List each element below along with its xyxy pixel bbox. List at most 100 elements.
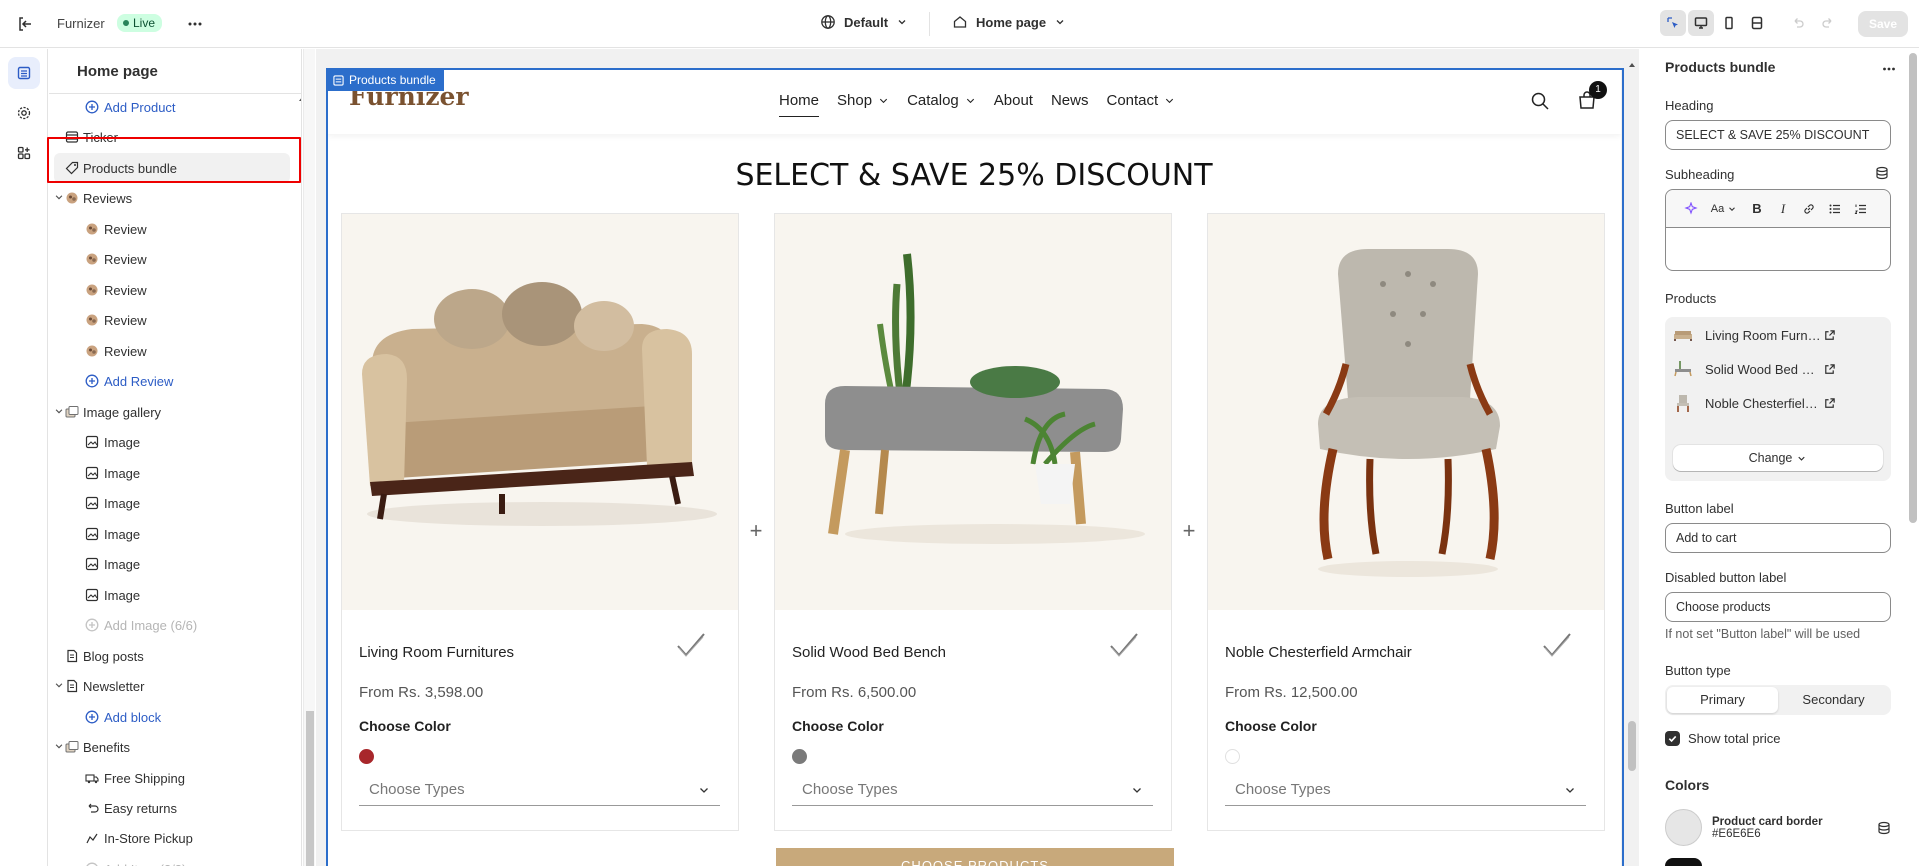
scroll-up-icon[interactable] bbox=[298, 95, 301, 103]
sidebar-item-blog-posts[interactable]: Blog posts bbox=[49, 641, 297, 671]
sidebar-item-add-review[interactable]: Add Review bbox=[49, 366, 297, 396]
button-type-primary[interactable]: Primary bbox=[1667, 687, 1778, 713]
dynamic-source-icon[interactable] bbox=[1877, 821, 1891, 835]
canvas-scrollbar[interactable] bbox=[1625, 49, 1639, 866]
numbered-list-icon[interactable] bbox=[1848, 196, 1874, 222]
check-icon[interactable] bbox=[1109, 632, 1139, 658]
color-setting[interactable]: Product card border #E6E6E6 bbox=[1665, 809, 1891, 846]
fullscreen-icon[interactable] bbox=[1744, 10, 1770, 36]
choose-products-button[interactable]: CHOOSE PRODUCTS bbox=[776, 848, 1174, 866]
product-image-sofa[interactable] bbox=[342, 214, 738, 610]
change-products-button[interactable]: Change bbox=[1673, 445, 1883, 471]
bold-button[interactable]: B bbox=[1744, 196, 1770, 222]
sidebar-item-image[interactable]: Image bbox=[49, 458, 297, 488]
sidebar-item-image[interactable]: Image bbox=[49, 488, 297, 518]
sidebar-item-newsletter[interactable]: Newsletter bbox=[49, 671, 297, 701]
nav-news[interactable]: News bbox=[1051, 92, 1089, 109]
heading-input[interactable]: SELECT & SAVE 25% DISCOUNT bbox=[1665, 120, 1891, 150]
external-link-icon[interactable] bbox=[1823, 329, 1836, 342]
sidebar-item-image-gallery[interactable]: Image gallery bbox=[49, 397, 297, 427]
product-thumbnail bbox=[1673, 393, 1693, 413]
sidebar-item-label: Image bbox=[104, 587, 141, 603]
product-image-armchair[interactable] bbox=[1208, 214, 1604, 610]
show-total-checkbox[interactable]: Show total price bbox=[1665, 731, 1781, 746]
product-item-name: Solid Wood Bed Be... bbox=[1705, 361, 1823, 377]
save-button[interactable]: Save bbox=[1858, 11, 1908, 37]
redo-icon[interactable] bbox=[1820, 15, 1836, 31]
type-select[interactable]: Choose Types bbox=[359, 774, 720, 806]
scroll-up-icon[interactable] bbox=[1628, 61, 1636, 69]
sidebar-item-image[interactable]: Image bbox=[49, 427, 297, 457]
button-label-input[interactable]: Add to cart bbox=[1665, 523, 1891, 553]
nav-shop[interactable]: Shop bbox=[837, 92, 889, 109]
color-swatch[interactable] bbox=[1665, 809, 1702, 846]
sidebar-item-image[interactable]: Image bbox=[49, 549, 297, 579]
theme-selector[interactable]: Default bbox=[820, 14, 908, 30]
button-type-secondary[interactable]: Secondary bbox=[1778, 687, 1889, 713]
sidebar-scrollbar[interactable] bbox=[303, 49, 315, 866]
mobile-icon[interactable] bbox=[1716, 10, 1742, 36]
undo-icon[interactable] bbox=[1790, 15, 1806, 31]
checkbox-checked-icon[interactable] bbox=[1665, 731, 1680, 746]
more-actions-icon[interactable] bbox=[186, 15, 204, 33]
nav-home[interactable]: Home bbox=[779, 92, 820, 117]
apps-icon[interactable] bbox=[8, 137, 40, 169]
external-link-icon[interactable] bbox=[1823, 397, 1836, 410]
sidebar-item-review[interactable]: Review bbox=[49, 305, 297, 335]
sidebar-item-in-store-pickup[interactable]: In-Store Pickup bbox=[49, 823, 297, 853]
color-swatch[interactable] bbox=[1225, 749, 1240, 764]
nav-catalog[interactable]: Catalog bbox=[907, 92, 976, 109]
sidebar-item-review[interactable]: Review bbox=[49, 275, 297, 305]
nav-contact[interactable]: Contact bbox=[1106, 92, 1175, 109]
sidebar-item-add-block[interactable]: Add block bbox=[49, 702, 297, 732]
sidebar-item-easy-returns[interactable]: Easy returns bbox=[49, 793, 297, 823]
home-icon bbox=[953, 16, 967, 28]
sidebar-item-add-product[interactable]: Add Product bbox=[49, 92, 297, 122]
sidebar-item-review[interactable]: Review bbox=[49, 214, 297, 244]
type-select[interactable]: Choose Types bbox=[1225, 774, 1586, 806]
disabled-label-input[interactable]: Choose products bbox=[1665, 592, 1891, 622]
color-swatch[interactable] bbox=[792, 749, 807, 764]
nav-about[interactable]: About bbox=[994, 92, 1033, 109]
link-icon[interactable] bbox=[1796, 196, 1822, 222]
external-link-icon[interactable] bbox=[1823, 363, 1836, 376]
more-actions-icon[interactable] bbox=[1881, 61, 1897, 77]
sidebar-item-review[interactable]: Review bbox=[49, 244, 297, 274]
desktop-icon[interactable] bbox=[1688, 10, 1714, 36]
sidebar-item-benefits[interactable]: Benefits bbox=[49, 732, 297, 762]
theme-settings-icon[interactable] bbox=[8, 97, 40, 129]
scrollbar-thumb[interactable] bbox=[306, 711, 314, 866]
inspector-icon[interactable] bbox=[1660, 10, 1686, 36]
nav-label: About bbox=[993, 92, 1033, 109]
scrollbar-thumb[interactable] bbox=[1909, 53, 1917, 523]
dynamic-source-icon[interactable] bbox=[1875, 166, 1889, 180]
list-item[interactable]: Living Room Furnit... bbox=[1673, 320, 1883, 350]
sidebar-item-image[interactable]: Image bbox=[49, 580, 297, 610]
italic-button[interactable]: I bbox=[1770, 196, 1796, 222]
color-swatch[interactable] bbox=[359, 749, 374, 764]
type-select[interactable]: Choose Types bbox=[792, 774, 1153, 806]
product-image-bench[interactable] bbox=[775, 214, 1171, 610]
ai-sparkle-icon[interactable] bbox=[1678, 196, 1704, 222]
color-swatch[interactable] bbox=[1665, 858, 1702, 866]
subheading-editor[interactable]: Aa B I bbox=[1665, 189, 1891, 271]
check-icon[interactable] bbox=[676, 632, 706, 658]
sidebar-item-review[interactable]: Review bbox=[49, 336, 297, 366]
image-icon bbox=[85, 435, 101, 451]
exit-icon[interactable] bbox=[16, 15, 34, 33]
check-icon[interactable] bbox=[1542, 632, 1572, 658]
list-item[interactable]: Solid Wood Bed Be... bbox=[1673, 354, 1883, 384]
panel-scrollbar[interactable] bbox=[1907, 49, 1919, 866]
scrollbar-thumb[interactable] bbox=[1628, 721, 1636, 771]
sidebar-item-reviews[interactable]: Reviews bbox=[49, 183, 297, 213]
section-icon bbox=[333, 74, 344, 86]
list-item[interactable]: Noble Chesterfield ... bbox=[1673, 388, 1883, 418]
bullet-list-icon[interactable] bbox=[1822, 196, 1848, 222]
chevron-down-icon bbox=[898, 20, 906, 25]
text-style-dropdown[interactable]: Aa bbox=[1704, 196, 1744, 222]
page-selector[interactable]: Home page bbox=[952, 14, 1066, 30]
sidebar-item-image[interactable]: Image bbox=[49, 519, 297, 549]
sections-icon[interactable] bbox=[8, 57, 40, 89]
sidebar-item-free-shipping[interactable]: Free Shipping bbox=[49, 763, 297, 793]
search-icon[interactable] bbox=[1530, 91, 1550, 111]
